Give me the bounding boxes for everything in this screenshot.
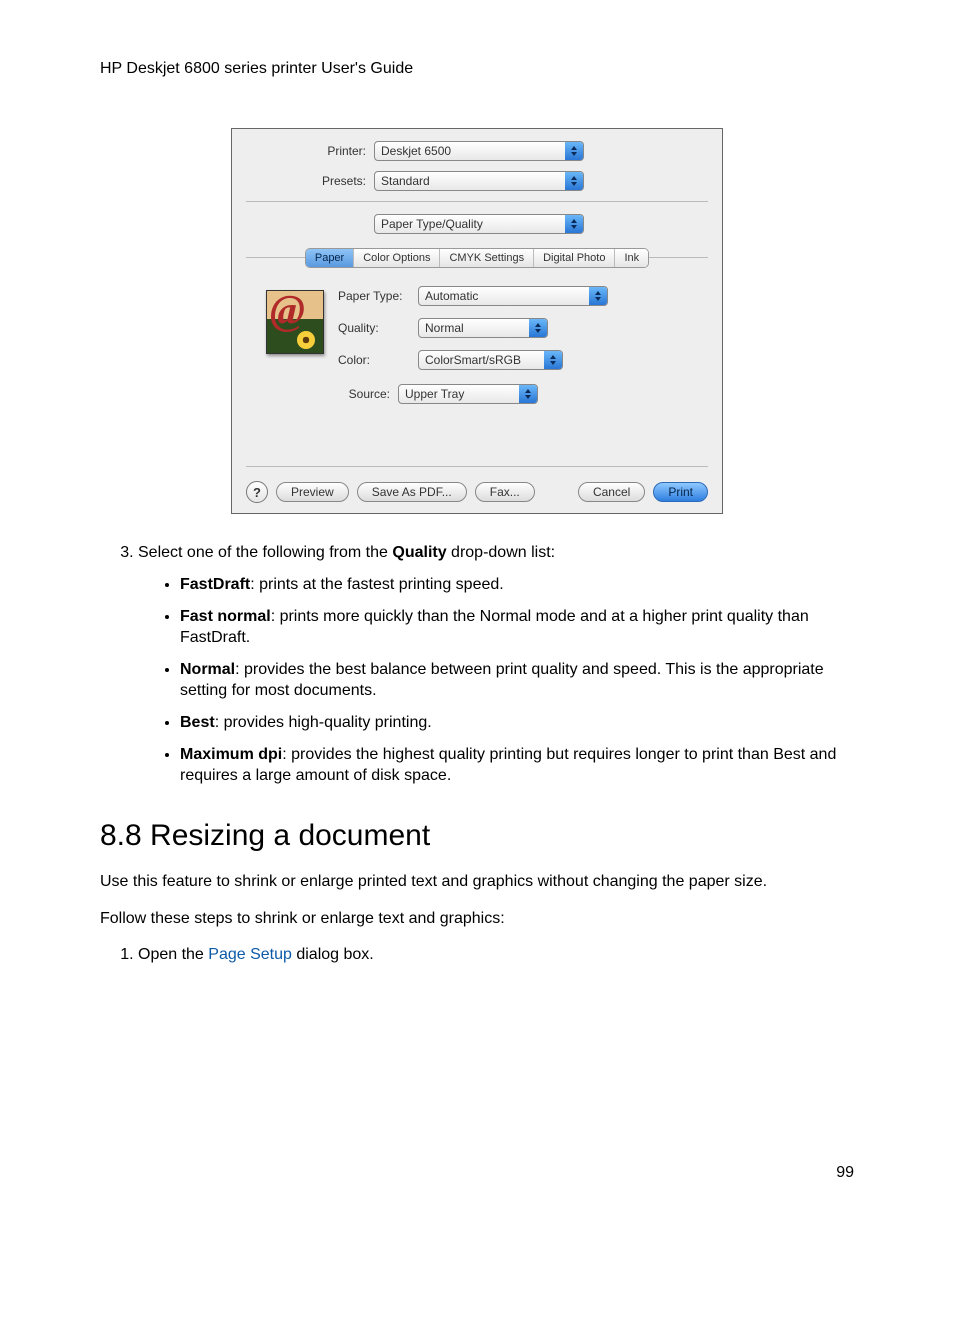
page-setup-link[interactable]: Page Setup [208,946,292,963]
tab-color-options[interactable]: Color Options [354,249,440,267]
quality-options-list: FastDraft: prints at the fastest printin… [138,574,854,787]
chevron-updown-icon [589,287,607,305]
preview-thumbnail: @ [266,290,324,354]
tab-ink[interactable]: Ink [615,249,648,267]
at-icon: @ [270,290,305,335]
quality-select[interactable]: Normal [418,318,548,338]
list-item: Fast normal: prints more quickly than th… [180,606,854,649]
print-button[interactable]: Print [653,482,708,502]
tab-digital-photo[interactable]: Digital Photo [534,249,615,267]
source-select[interactable]: Upper Tray [398,384,538,404]
quality-label: Quality: [338,321,418,335]
printer-label: Printer: [246,144,374,158]
save-as-pdf-button[interactable]: Save As PDF... [357,482,467,502]
chevron-updown-icon [519,385,537,403]
chevron-updown-icon [529,319,547,337]
presets-label: Presets: [246,174,374,188]
pane-select[interactable]: Paper Type/Quality [374,214,584,234]
step-3: Select one of the following from the Qua… [138,544,854,787]
paper-type-select[interactable]: Automatic [418,286,608,306]
fax-button[interactable]: Fax... [475,482,535,502]
list-item: Normal: provides the best balance betwee… [180,659,854,702]
list-item: Best: provides high-quality printing. [180,712,854,734]
page-number: 99 [100,1164,854,1182]
source-label: Source: [266,387,398,401]
chevron-updown-icon [565,215,583,233]
presets-select[interactable]: Standard [374,171,584,191]
color-label: Color: [338,353,418,367]
cancel-button[interactable]: Cancel [578,482,645,502]
paragraph: Follow these steps to shrink or enlarge … [100,908,854,930]
paper-type-label: Paper Type: [338,289,418,303]
section-heading: 8.8 Resizing a document [100,819,854,853]
printer-select[interactable]: Deskjet 6500 [374,141,584,161]
preview-button[interactable]: Preview [276,482,349,502]
chevron-updown-icon [565,142,583,160]
chevron-updown-icon [544,351,562,369]
tab-bar: Paper Color Options CMYK Settings Digita… [246,248,708,268]
doc-title: HP Deskjet 6800 series printer User's Gu… [100,60,854,78]
print-dialog: Printer: Deskjet 6500 Presets: Standard … [231,128,723,514]
list-item: Maximum dpi: provides the highest qualit… [180,744,854,787]
help-button[interactable]: ? [246,481,268,503]
tab-paper[interactable]: Paper [306,249,354,267]
chevron-updown-icon [565,172,583,190]
color-select[interactable]: ColorSmart/sRGB [418,350,563,370]
tab-cmyk-settings[interactable]: CMYK Settings [440,249,534,267]
step-1: Open the Page Setup dialog box. [138,946,854,964]
list-item: FastDraft: prints at the fastest printin… [180,574,854,596]
flower-icon [297,331,315,349]
paragraph: Use this feature to shrink or enlarge pr… [100,871,854,893]
